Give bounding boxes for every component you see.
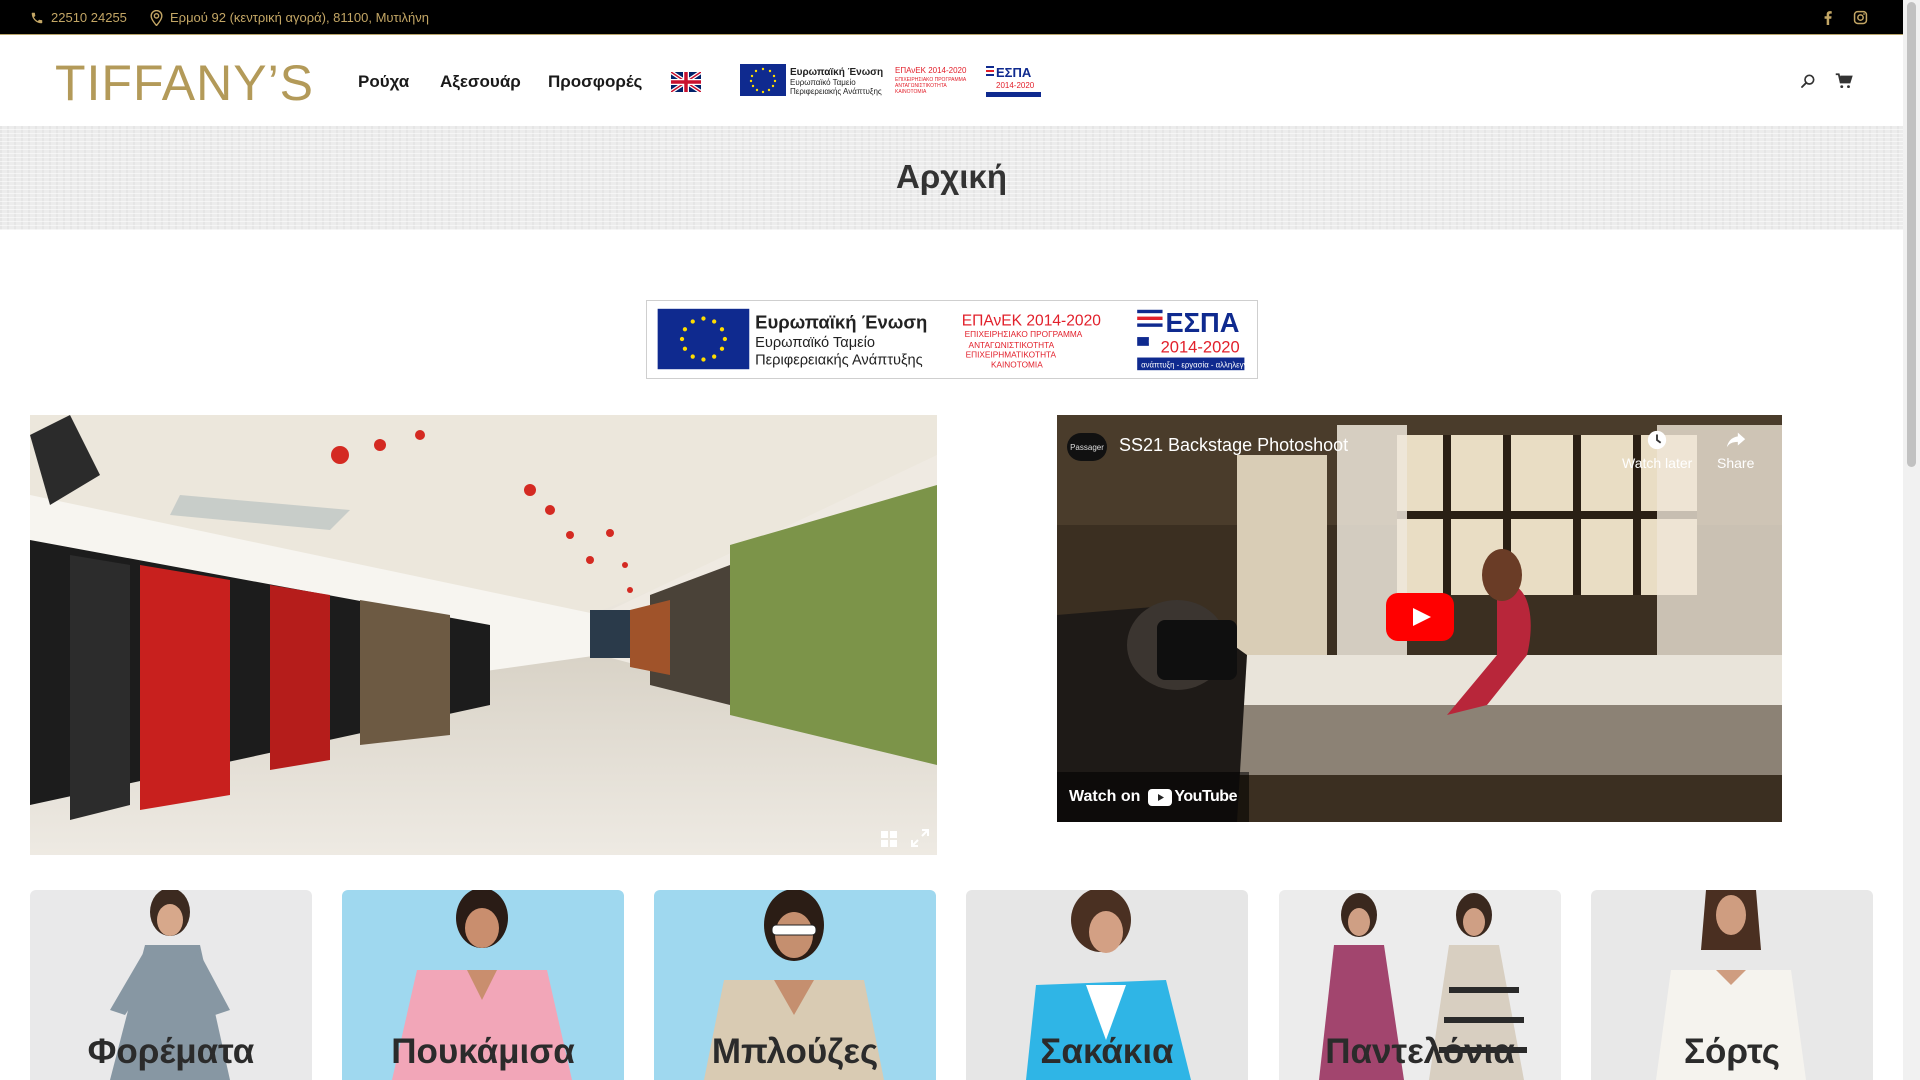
category-label: Φορέματα bbox=[87, 1032, 255, 1071]
category-trousers[interactable]: Παντελόνια bbox=[1279, 890, 1561, 1080]
top-bar: 22510 24255 Ερμού 92 (κεντρική αγορά), 8… bbox=[0, 0, 1903, 35]
category-label: Πουκάμισα bbox=[391, 1032, 575, 1071]
instagram-icon bbox=[1853, 10, 1868, 25]
video-title[interactable]: SS21 Backstage Photoshoot bbox=[1119, 435, 1348, 456]
eu-funding-banner: Ευρωπαϊκή Ένωση Ευρωπαϊκό Ταμείο Περιφερ… bbox=[646, 300, 1258, 379]
uk-flag-language-icon[interactable] bbox=[671, 72, 701, 92]
scrollbar-thumb[interactable] bbox=[1907, 2, 1916, 467]
eu-funding-banner-small: Ευρωπαϊκή Ένωση Ευρωπαϊκό Ταμείο Περιφερ… bbox=[738, 61, 1045, 99]
svg-text:2014-2020: 2014-2020 bbox=[996, 81, 1035, 90]
site-logo[interactable]: TIFFANY’S bbox=[55, 54, 314, 112]
svg-text:Περιφερειακής Ανάπτυξης: Περιφερειακής Ανάπτυξης bbox=[755, 352, 923, 368]
facebook-icon bbox=[1824, 10, 1832, 25]
svg-text:Ευρωπαϊκό Ταμείο: Ευρωπαϊκό Ταμείο bbox=[790, 78, 856, 87]
nav-item-clothes[interactable]: Ρούχα bbox=[358, 72, 409, 92]
search-icon[interactable] bbox=[1800, 72, 1816, 90]
store-address: Ερμού 92 (κεντρική αγορά), 81100, Μυτιλή… bbox=[170, 10, 430, 25]
category-label: Παντελόνια bbox=[1325, 1032, 1515, 1071]
phone-number: 22510 24255 bbox=[51, 10, 127, 25]
youtube-logo: YouTube bbox=[1148, 788, 1237, 806]
category-label: Μπλούζες bbox=[711, 1032, 879, 1071]
svg-text:ΕΣΠΑ: ΕΣΠΑ bbox=[1165, 307, 1239, 338]
watch-on-youtube-link[interactable]: Watch on YouTube bbox=[1057, 772, 1249, 822]
play-icon bbox=[1413, 608, 1431, 626]
youtube-play-icon bbox=[1148, 788, 1173, 806]
svg-text:ΕΠΑνΕΚ 2014-2020: ΕΠΑνΕΚ 2014-2020 bbox=[895, 66, 967, 75]
svg-text:ΚΑΙΝΟΤΟΜΙΑ: ΚΑΙΝΟΤΟΜΙΑ bbox=[895, 89, 927, 95]
svg-text:ΕΣΠΑ: ΕΣΠΑ bbox=[996, 65, 1032, 80]
location-pin-icon bbox=[150, 9, 163, 26]
nav-item-offers[interactable]: Προσφορές bbox=[548, 72, 642, 92]
share-label: Share bbox=[1717, 455, 1755, 471]
category-dresses[interactable]: Φορέματα bbox=[30, 890, 312, 1080]
svg-text:Ευρωπαϊκό Ταμείο: Ευρωπαϊκό Ταμείο bbox=[755, 335, 875, 351]
share-button[interactable]: Share bbox=[1717, 429, 1754, 471]
clock-icon bbox=[1647, 430, 1667, 450]
svg-text:ΕΠΙΧΕΙΡΗΣΙΑΚΟ ΠΡΟΓΡΑΜΜΑ: ΕΠΙΧΕΙΡΗΣΙΑΚΟ ΠΡΟΓΡΑΜΜΑ bbox=[965, 330, 1083, 339]
share-icon bbox=[1726, 432, 1745, 448]
phone-contact[interactable]: 22510 24255 bbox=[30, 0, 127, 35]
watch-on-label: Watch on bbox=[1069, 788, 1141, 805]
svg-text:ανάπτυξη - εργασία - αλληλεγγύ: ανάπτυξη - εργασία - αλληλεγγύη bbox=[1141, 360, 1256, 369]
svg-text:ΑΝΤΑΓΩΝΙΣΤΙΚΟΤΗΤΑ: ΑΝΤΑΓΩΝΙΣΤΙΚΟΤΗΤΑ bbox=[969, 341, 1055, 350]
play-button[interactable] bbox=[1386, 593, 1454, 641]
watch-later-label: Watch later bbox=[1622, 455, 1693, 471]
category-jackets[interactable]: Σακάκια bbox=[966, 890, 1248, 1080]
site-header: TIFFANY’S Ρούχα Αξεσουάρ Προσφορές Ευρωπ… bbox=[0, 36, 1903, 126]
svg-text:ΕΠΑνΕΚ 2014-2020: ΕΠΑνΕΚ 2014-2020 bbox=[962, 312, 1101, 329]
svg-text:ΚΑΙΝΟΤΟΜΙΑ: ΚΑΙΝΟΤΟΜΙΑ bbox=[991, 360, 1043, 369]
grid-view-icon[interactable] bbox=[881, 831, 897, 847]
svg-text:2014-2020: 2014-2020 bbox=[1161, 338, 1240, 357]
store-360-tour[interactable] bbox=[30, 415, 937, 855]
svg-text:Περιφερειακής Ανάπτυξης: Περιφερειακής Ανάπτυξης bbox=[790, 87, 882, 96]
fullscreen-icon[interactable] bbox=[911, 829, 929, 847]
svg-text:Ευρωπαϊκή Ένωση: Ευρωπαϊκή Ένωση bbox=[755, 311, 927, 332]
youtube-video-embed[interactable]: Passager SS21 Backstage Photoshoot Watch… bbox=[1057, 415, 1782, 822]
page-title: Αρχική bbox=[896, 158, 1007, 195]
channel-avatar[interactable]: Passager bbox=[1067, 433, 1107, 461]
instagram-link[interactable] bbox=[1853, 0, 1868, 35]
shopping-cart-icon[interactable] bbox=[1835, 72, 1853, 90]
store-interior-image bbox=[30, 415, 937, 855]
nav-item-accessories[interactable]: Αξεσουάρ bbox=[440, 72, 521, 92]
svg-text:Ευρωπαϊκή Ένωση: Ευρωπαϊκή Ένωση bbox=[790, 67, 883, 78]
category-label: Σακάκια bbox=[1040, 1032, 1174, 1071]
facebook-link[interactable] bbox=[1824, 0, 1832, 35]
category-label: Σόρτς bbox=[1684, 1032, 1780, 1071]
category-shorts[interactable]: Σόρτς bbox=[1591, 890, 1873, 1080]
category-shirts[interactable]: Πουκάμισα bbox=[342, 890, 624, 1080]
category-blouses[interactable]: Μπλούζες bbox=[654, 890, 936, 1080]
address-contact[interactable]: Ερμού 92 (κεντρική αγορά), 81100, Μυτιλή… bbox=[150, 0, 429, 35]
svg-text:ΕΠΙΧΕΙΡΗΜΑΤΙΚΟΤΗΤΑ: ΕΠΙΧΕΙΡΗΜΑΤΙΚΟΤΗΤΑ bbox=[966, 351, 1057, 360]
page-scrollbar[interactable] bbox=[1903, 0, 1920, 1080]
watch-later-button[interactable]: Watch later bbox=[1622, 429, 1692, 471]
phone-icon bbox=[31, 12, 43, 23]
